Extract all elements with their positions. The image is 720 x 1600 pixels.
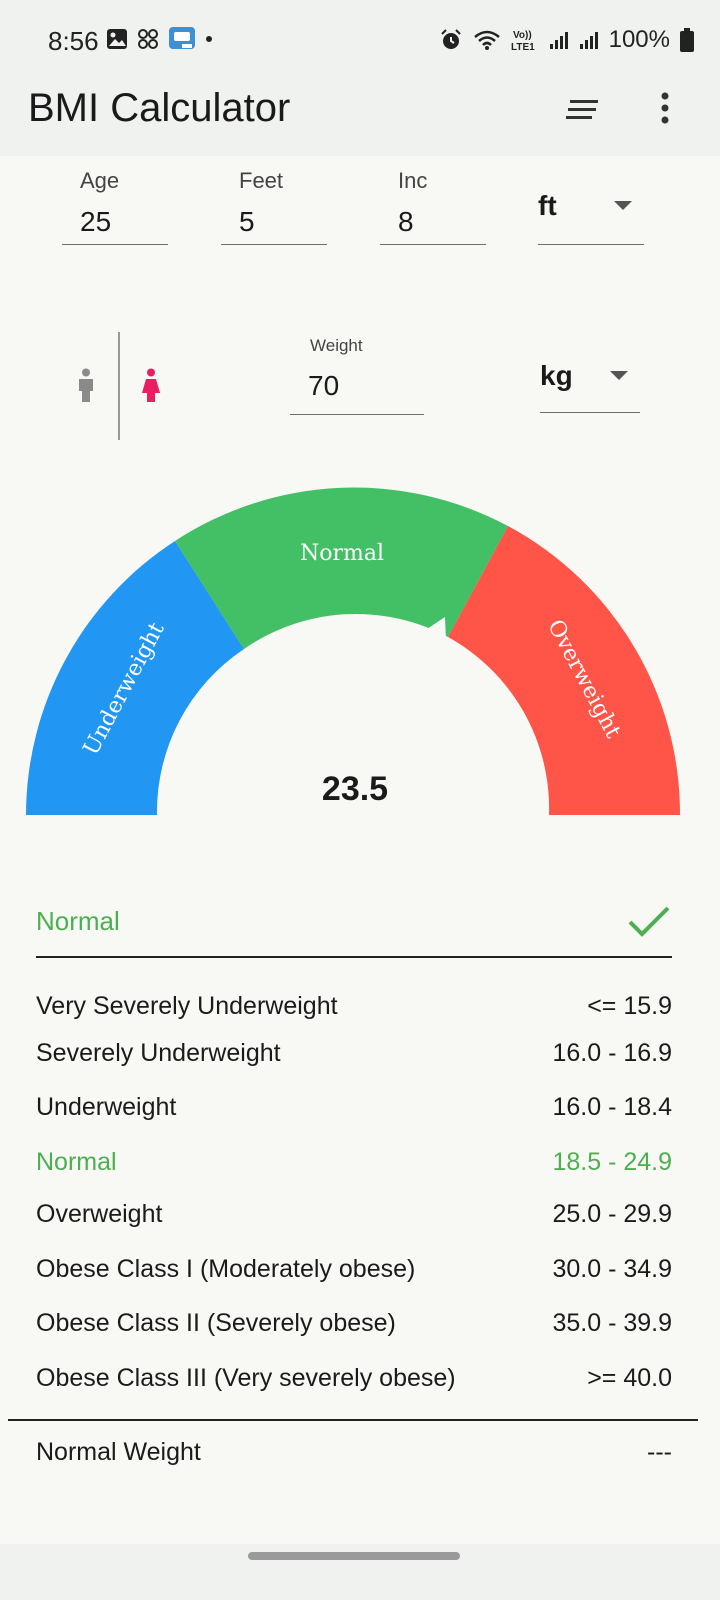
weight-unit-dropdown[interactable]: kg — [540, 358, 640, 416]
range-value: 16.0 - 16.9 — [552, 1039, 672, 1067]
range-name: Obese Class II (Severely obese) — [36, 1309, 396, 1337]
app-bar: BMI Calculator — [0, 78, 720, 156]
result-category: Normal — [36, 906, 120, 936]
gauge-label-normal: Normal — [300, 541, 384, 566]
range-row-active: Normal 18.5 - 24.9 — [36, 1148, 672, 1188]
bmi-value: 23.5 — [321, 770, 389, 808]
range-value: >= 40.0 — [587, 1364, 672, 1392]
age-input[interactable]: 25 — [80, 206, 111, 238]
weight-unit-underline — [540, 412, 640, 413]
inch-field[interactable]: Inc 8 — [380, 160, 486, 248]
weight-unit-value: kg — [540, 360, 573, 391]
age-label: Age — [80, 168, 120, 193]
range-row: Obese Class II (Severely obese) 35.0 - 3… — [36, 1309, 672, 1349]
range-value: 30.0 - 34.9 — [552, 1255, 672, 1283]
sort-icon[interactable] — [566, 98, 600, 122]
weight-input[interactable]: 70 — [308, 370, 339, 402]
inch-underline — [380, 244, 486, 245]
app-badge-icon — [169, 27, 195, 49]
range-value: 18.5 - 24.9 — [552, 1148, 672, 1176]
svg-text:LTE1: LTE1 — [511, 42, 535, 52]
feet-underline — [221, 244, 327, 245]
feet-label: Feet — [239, 168, 284, 193]
battery-percent: 100% — [608, 26, 670, 53]
weight-label: Weight — [310, 336, 363, 355]
range-value: 25.0 - 29.9 — [552, 1200, 672, 1228]
height-unit-value: ft — [538, 190, 557, 221]
range-name: Overweight — [36, 1200, 163, 1228]
pinwheel-icon — [138, 29, 158, 49]
range-row: Overweight 25.0 - 29.9 — [36, 1200, 672, 1240]
range-row: Obese Class I (Moderately obese) 30.0 - … — [36, 1255, 672, 1295]
status-icons-right: Vo)) LTE1 100% — [439, 26, 694, 54]
svg-text:Vo)): Vo)) — [513, 30, 532, 41]
range-row: Severely Underweight 16.0 - 16.9 — [36, 1039, 672, 1079]
signal-icon — [549, 32, 568, 49]
age-underline — [62, 244, 168, 245]
range-row: Obese Class III (Very severely obese) >=… — [36, 1364, 672, 1404]
range-name: Severely Underweight — [36, 1039, 281, 1067]
image-icon — [107, 29, 127, 49]
female-icon[interactable] — [141, 368, 161, 404]
volte-icon: Vo))LTE1 — [511, 30, 535, 52]
male-icon[interactable] — [77, 368, 95, 404]
range-name: Obese Class I (Moderately obese) — [36, 1255, 416, 1283]
status-bar: 8:56 Vo)) LTE1 100% — [0, 0, 720, 78]
result-divider — [36, 956, 672, 958]
normal-weight-label: Normal Weight — [36, 1438, 201, 1466]
height-unit-underline — [538, 244, 644, 245]
range-value: <= 15.9 — [587, 992, 672, 1020]
height-unit-dropdown[interactable]: ft — [538, 188, 644, 248]
feet-field[interactable]: Feet 5 — [221, 160, 327, 248]
status-time: 8:56 — [48, 26, 99, 56]
range-name: Very Severely Underweight — [36, 992, 338, 1020]
range-row: Very Severely Underweight <= 15.9 — [36, 992, 672, 1032]
status-icons-left — [106, 26, 214, 52]
age-field[interactable]: Age 25 — [62, 160, 168, 248]
range-value: 35.0 - 39.9 — [552, 1309, 672, 1337]
normal-weight-divider — [8, 1419, 698, 1421]
range-name: Normal — [36, 1148, 117, 1176]
dot-icon — [206, 36, 212, 42]
home-gesture-handle[interactable] — [248, 1552, 460, 1560]
inch-input[interactable]: 8 — [398, 206, 414, 238]
app-title: BMI Calculator — [28, 86, 291, 130]
inch-label: Inc — [398, 168, 428, 193]
chevron-down-icon — [610, 371, 628, 380]
chevron-down-icon — [614, 201, 632, 210]
check-icon — [628, 906, 670, 937]
weight-field[interactable]: Weight 70 — [290, 332, 424, 416]
range-name: Obese Class III (Very severely obese) — [36, 1364, 456, 1392]
range-name: Underweight — [36, 1093, 177, 1121]
gender-divider — [118, 332, 120, 440]
weight-underline — [290, 414, 424, 415]
feet-input[interactable]: 5 — [239, 206, 255, 238]
range-row: Underweight 16.0 - 18.4 — [36, 1093, 672, 1133]
wifi-icon — [473, 30, 500, 50]
alarm-icon — [440, 29, 461, 49]
more-vert-icon[interactable] — [658, 92, 672, 124]
range-value: 16.0 - 18.4 — [552, 1093, 672, 1121]
battery-icon — [680, 28, 694, 52]
signal-icon — [579, 32, 598, 49]
normal-weight-value: --- — [647, 1438, 672, 1466]
